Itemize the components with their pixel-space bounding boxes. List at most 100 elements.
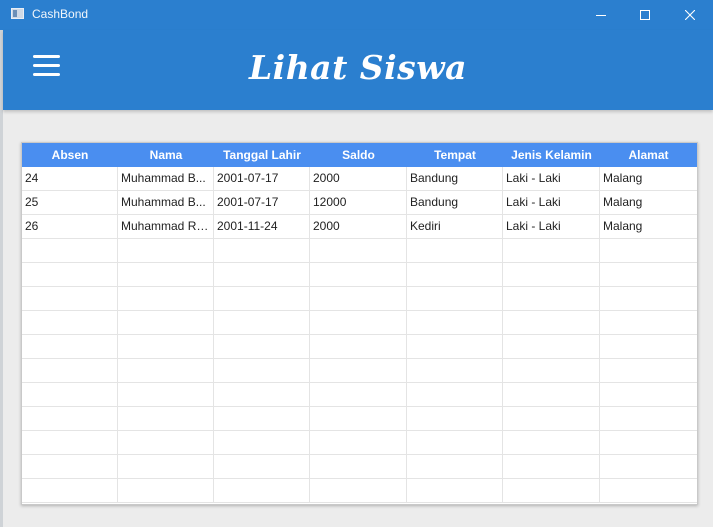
empty-cell xyxy=(214,431,310,454)
empty-table-row xyxy=(22,407,697,431)
empty-table-row xyxy=(22,263,697,287)
table-row[interactable]: 26 Muhammad Re... 2001-11-24 2000 Kediri… xyxy=(22,215,697,239)
empty-cell xyxy=(22,383,118,406)
empty-cell xyxy=(407,287,503,310)
empty-cell xyxy=(22,263,118,286)
close-icon xyxy=(685,10,695,20)
empty-cell xyxy=(503,407,600,430)
empty-cell xyxy=(214,455,310,478)
empty-table-row xyxy=(22,239,697,263)
minimize-button[interactable] xyxy=(578,0,624,30)
table-row[interactable]: 24 Muhammad B... 2001-07-17 2000 Bandung… xyxy=(22,167,697,191)
empty-cell xyxy=(22,311,118,334)
empty-cell xyxy=(118,239,214,262)
column-header-jenis-kelamin[interactable]: Jenis Kelamin xyxy=(503,143,600,167)
empty-cell xyxy=(600,407,697,430)
empty-cell xyxy=(214,311,310,334)
empty-cell xyxy=(22,479,118,502)
empty-cell xyxy=(503,431,600,454)
empty-cell xyxy=(310,383,407,406)
cell-alamat: Malang xyxy=(603,171,643,185)
cell-absen: 24 xyxy=(22,167,118,190)
cell-absen: 25 xyxy=(22,191,118,214)
column-header-saldo[interactable]: Saldo xyxy=(310,143,407,167)
empty-cell xyxy=(600,383,697,406)
empty-cell xyxy=(503,359,600,382)
cell-alamat: Malang xyxy=(603,219,643,233)
empty-cell xyxy=(407,359,503,382)
column-header-absen[interactable]: Absen xyxy=(22,143,118,167)
app-header: Lihat Siswa xyxy=(3,30,713,110)
empty-cell xyxy=(118,455,214,478)
empty-cell xyxy=(600,287,697,310)
empty-cell xyxy=(118,311,214,334)
empty-cell xyxy=(407,239,503,262)
close-button[interactable] xyxy=(667,0,713,30)
empty-cell xyxy=(310,359,407,382)
empty-cell xyxy=(310,479,407,502)
empty-cell xyxy=(214,359,310,382)
empty-rows xyxy=(22,239,697,503)
cell-nama: Muhammad B... xyxy=(118,191,214,214)
empty-table-row xyxy=(22,287,697,311)
empty-cell xyxy=(407,383,503,406)
table-row[interactable]: 25 Muhammad B... 2001-07-17 12000 Bandun… xyxy=(22,191,697,215)
cell-absen: 26 xyxy=(22,215,118,238)
empty-cell xyxy=(407,335,503,358)
cell-nama: Muhammad Re... xyxy=(118,215,214,238)
empty-cell xyxy=(407,407,503,430)
minimize-icon xyxy=(596,15,606,16)
empty-cell xyxy=(407,479,503,502)
window-title: CashBond xyxy=(32,7,89,21)
empty-table-row xyxy=(22,431,697,455)
empty-cell xyxy=(22,359,118,382)
page-title: Lihat Siswa xyxy=(248,48,468,87)
empty-cell xyxy=(118,287,214,310)
cell-tanggal-lahir: 2001-11-24 xyxy=(214,215,310,238)
column-header-tempat[interactable]: Tempat xyxy=(407,143,503,167)
cell-alamat: Malang xyxy=(603,195,643,209)
empty-table-row xyxy=(22,479,697,503)
cell-jenis-kelamin: Laki - Laki xyxy=(503,191,600,214)
cell-saldo: 2000 xyxy=(310,215,407,238)
empty-table-row xyxy=(22,311,697,335)
cell-tanggal-lahir: 2001-07-17 xyxy=(214,191,310,214)
column-header-alamat[interactable]: Alamat xyxy=(600,143,697,167)
empty-cell xyxy=(407,263,503,286)
empty-cell xyxy=(118,263,214,286)
app-icon xyxy=(11,8,24,19)
empty-cell xyxy=(310,407,407,430)
cell-jenis-kelamin: Laki - Laki xyxy=(503,167,600,190)
student-table[interactable]: Absen Nama Tanggal Lahir Saldo Tempat Je… xyxy=(21,142,698,505)
cell-tempat: Bandung xyxy=(407,167,503,190)
empty-cell xyxy=(310,455,407,478)
maximize-button[interactable] xyxy=(622,0,668,30)
empty-cell xyxy=(600,455,697,478)
empty-cell xyxy=(214,263,310,286)
empty-cell xyxy=(503,263,600,286)
cell-saldo: 2000 xyxy=(310,167,407,190)
empty-cell xyxy=(503,455,600,478)
maximize-icon xyxy=(640,10,650,20)
empty-cell xyxy=(600,359,697,382)
empty-cell xyxy=(22,335,118,358)
empty-cell xyxy=(118,407,214,430)
empty-table-row xyxy=(22,455,697,479)
title-bar[interactable]: CashBond xyxy=(0,0,713,30)
empty-cell xyxy=(407,431,503,454)
empty-cell xyxy=(600,311,697,334)
empty-cell xyxy=(600,479,697,502)
empty-cell xyxy=(503,383,600,406)
empty-table-row xyxy=(22,383,697,407)
empty-cell xyxy=(310,335,407,358)
empty-cell xyxy=(407,455,503,478)
empty-table-row xyxy=(22,359,697,383)
empty-cell xyxy=(118,479,214,502)
column-header-tanggal-lahir[interactable]: Tanggal Lahir xyxy=(214,143,310,167)
cell-nama: Muhammad B... xyxy=(118,167,214,190)
column-header-nama[interactable]: Nama xyxy=(118,143,214,167)
empty-cell xyxy=(310,431,407,454)
empty-cell xyxy=(118,431,214,454)
app-window: CashBond Lihat Siswa Absen Nama Tanggal … xyxy=(0,0,713,527)
empty-cell xyxy=(600,431,697,454)
